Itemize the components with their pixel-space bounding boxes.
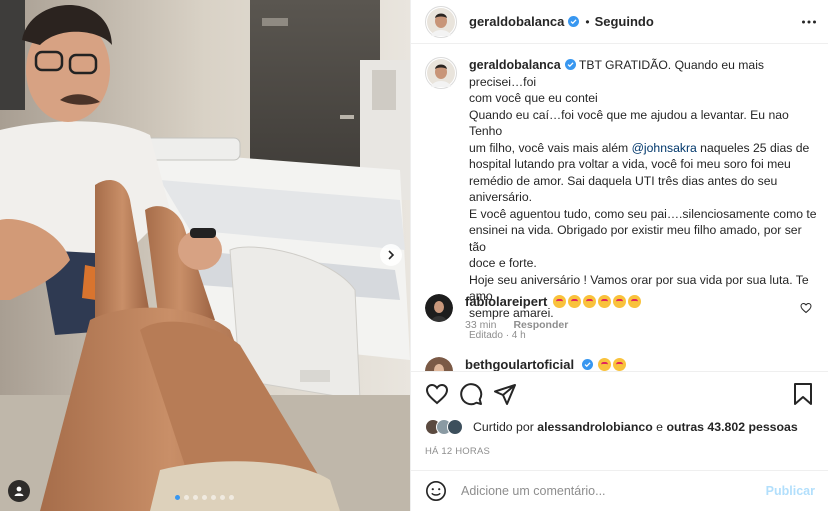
tagged-users-button[interactable]: [8, 480, 30, 502]
heart-icon[interactable]: [425, 382, 449, 406]
caption-text-line: um filho, você vais mais além: [469, 140, 632, 155]
share-icon[interactable]: [493, 382, 517, 406]
caption-text-line: E você aguentou tudo, como seu pai….sile…: [469, 206, 817, 221]
author-username[interactable]: geraldobalanca: [469, 14, 564, 29]
heart-eyes-emoji-icon: [612, 295, 626, 308]
verified-icon: [564, 59, 576, 70]
comment-emoji-text: [551, 295, 641, 309]
comment-icon[interactable]: [459, 382, 483, 406]
action-icons-row: [425, 372, 815, 416]
heart-eyes-emoji-icon: [582, 295, 596, 308]
carousel-next-button[interactable]: [380, 244, 402, 266]
caption-username[interactable]: geraldobalanca: [469, 58, 561, 72]
likes-prefix: Curtido por: [473, 420, 538, 434]
caption-text-line: remédio de amor. Sai daquela UTI três di…: [469, 173, 778, 188]
comment-body: fabiolareipert 33 min Responder: [465, 294, 641, 331]
carousel-dot: [202, 495, 207, 500]
caption-text-line: naqueles 25 dias de: [696, 140, 810, 155]
liker-avatar: [447, 419, 463, 435]
caption-text-line: com você que eu contei: [469, 91, 598, 105]
caption-author-avatar[interactable]: [425, 57, 457, 89]
comment-meta: 33 min Responder: [465, 319, 641, 331]
comment-username[interactable]: fabiolareipert: [465, 294, 547, 309]
comment-item: fabiolareipert 33 min Responder: [425, 294, 820, 331]
liker-username[interactable]: alessandrolobianco: [537, 420, 653, 434]
header-separator: •: [585, 14, 590, 29]
caption-text-line: doce e forte.: [469, 256, 537, 270]
caption-text-line: hospital lutando pra voltar a vida, você…: [469, 157, 791, 171]
likes-middle: e: [652, 420, 667, 434]
post-time[interactable]: HÁ 12 HORAS: [425, 446, 815, 457]
emoji-icon[interactable]: [425, 480, 447, 502]
carousel-dot: [229, 495, 234, 500]
comment-input[interactable]: [461, 484, 766, 498]
caption-text-line: ensinei na vida. Obrigado por existir me…: [469, 223, 802, 254]
comment-username[interactable]: bethgoulartoficial: [465, 357, 574, 371]
carousel-dot: [193, 495, 198, 500]
carousel-dot: [175, 495, 180, 500]
comment-item: bethgoulartoficial: [425, 357, 820, 371]
comment-body: bethgoulartoficial: [465, 357, 627, 371]
mention-link[interactable]: @johnsakra: [632, 141, 697, 155]
caption-line: um filho, você vais mais além @johnsakra…: [469, 140, 819, 157]
bookmark-icon[interactable]: [791, 382, 815, 406]
liker-avatars: [425, 419, 463, 435]
post-photo[interactable]: [0, 0, 410, 511]
user-tag-icon: [14, 486, 24, 496]
comment-composer: Publicar: [411, 470, 828, 511]
comment-time: 33 min: [465, 319, 497, 331]
author-avatar[interactable]: [425, 5, 457, 38]
comment-avatar[interactable]: [425, 294, 453, 322]
verified-icon: [581, 359, 593, 370]
instagram-post-modal: geraldobalanca • Seguindo geraldobalanca…: [0, 0, 828, 511]
post-header: geraldobalanca • Seguindo: [411, 0, 828, 44]
verified-icon: [568, 16, 580, 27]
post-side-panel: geraldobalanca • Seguindo geraldobalanca…: [410, 0, 828, 511]
comment-avatar[interactable]: [425, 357, 453, 371]
carousel-dot: [220, 495, 225, 500]
chevron-right-icon: [388, 250, 395, 260]
publish-button[interactable]: Publicar: [766, 484, 815, 498]
heart-eyes-emoji-icon: [598, 358, 612, 371]
carousel-dot: [184, 495, 189, 500]
likes-summary: Curtido por alessandrolobianco e outras …: [425, 416, 815, 438]
caption-line: geraldobalanca TBT GRATIDÃO. Quando eu m…: [469, 57, 819, 90]
post-actions: Curtido por alessandrolobianco e outras …: [411, 371, 828, 457]
following-button[interactable]: Seguindo: [595, 14, 654, 29]
hospital-photo-image: [0, 0, 410, 511]
more-options-icon[interactable]: [801, 14, 817, 30]
comment-emoji-text: [596, 358, 627, 371]
heart-eyes-emoji-icon: [627, 295, 641, 308]
carousel-indicator: [175, 495, 234, 500]
caption-text-line: Quando eu caí…foi você que me ajudou a l…: [469, 107, 789, 139]
comment-like-icon[interactable]: [800, 302, 812, 314]
reply-button[interactable]: Responder: [513, 319, 568, 331]
caption-text-line: aniversário.: [469, 190, 532, 204]
comments-scroll-area[interactable]: geraldobalanca TBT GRATIDÃO. Quando eu m…: [411, 45, 828, 371]
carousel-dot: [211, 495, 216, 500]
likes-others-link[interactable]: outras 43.802 pessoas: [666, 420, 797, 434]
heart-eyes-emoji-icon: [567, 295, 581, 308]
heart-eyes-emoji-icon: [552, 295, 566, 308]
heart-eyes-emoji-icon: [597, 295, 611, 308]
heart-eyes-emoji-icon: [613, 358, 627, 371]
